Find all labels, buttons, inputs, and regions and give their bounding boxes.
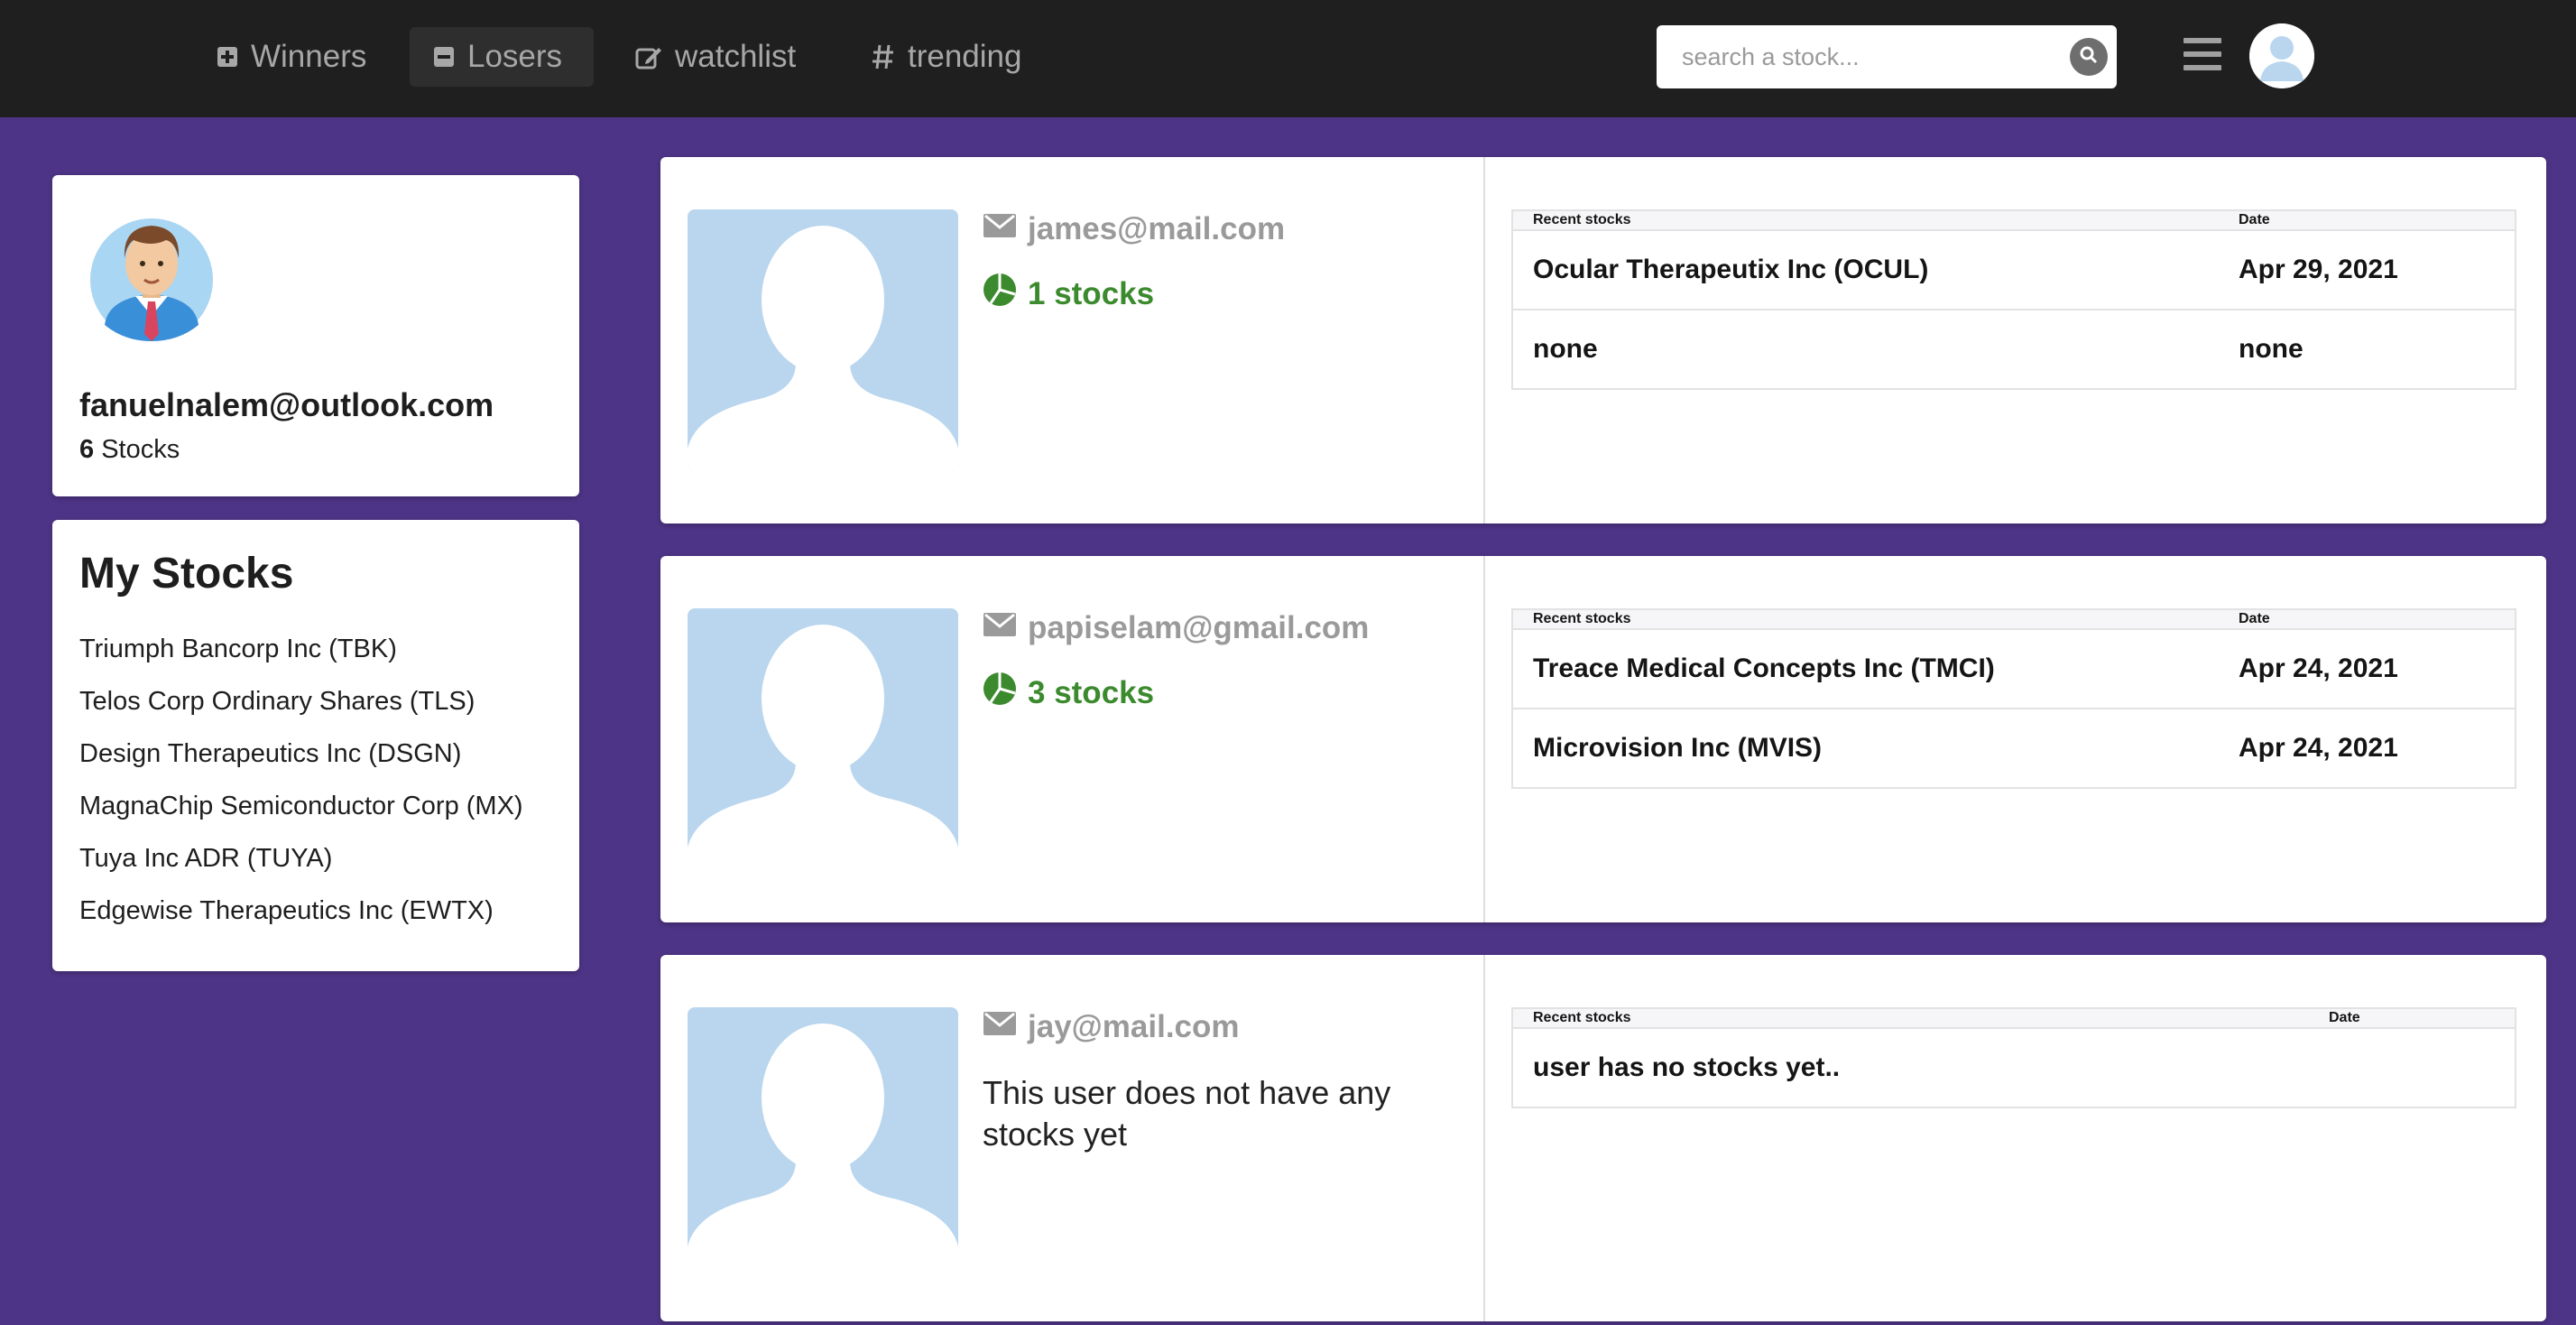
my-stock-item[interactable]: MagnaChip Semiconductor Corp (MX) bbox=[79, 791, 523, 843]
profile-stock-count-number: 6 bbox=[79, 435, 95, 464]
edit-icon bbox=[635, 44, 662, 69]
user-card: james@mail.com 1 stocks Recent stocks Da… bbox=[660, 157, 2546, 524]
date-header: Date bbox=[2328, 1008, 2516, 1028]
table-row[interactable]: Ocular Therapeutix Inc (OCUL) Apr 29, 20… bbox=[1512, 229, 2516, 310]
profile-email: fanuelnalem@outlook.com bbox=[79, 386, 494, 423]
pie-chart-icon bbox=[983, 672, 1017, 714]
nav-trending[interactable]: trending bbox=[848, 27, 1045, 87]
my-stocks-card: My Stocks Triumph Bancorp Inc (TBK) Telo… bbox=[52, 520, 579, 971]
table-header-row: Recent stocks Date bbox=[1512, 210, 2516, 230]
table-row[interactable]: Microvision Inc (MVIS) Apr 24, 2021 bbox=[1512, 708, 2516, 788]
hash-icon bbox=[872, 43, 895, 70]
stock-name-cell: Treace Medical Concepts Inc (TMCI) bbox=[1512, 628, 2238, 709]
recent-stocks-header: Recent stocks bbox=[1512, 609, 2238, 629]
search-button[interactable] bbox=[2070, 38, 2108, 76]
table-row: user has no stocks yet.. bbox=[1512, 1027, 2516, 1107]
user-email: jay@mail.com bbox=[983, 1009, 1240, 1045]
search-icon bbox=[2079, 45, 2099, 69]
my-stock-item[interactable]: Edgewise Therapeutics Inc (EWTX) bbox=[79, 895, 523, 948]
my-stock-item[interactable]: Design Therapeutics Inc (DSGN) bbox=[79, 738, 523, 791]
stock-date-cell bbox=[2328, 1027, 2516, 1107]
table-header-row: Recent stocks Date bbox=[1512, 609, 2516, 629]
pie-chart-icon bbox=[983, 273, 1017, 315]
user-info: papiselam@gmail.com 3 stocks bbox=[660, 556, 1485, 922]
user-stock-count: 1 stocks bbox=[983, 273, 1154, 315]
user-card: jay@mail.com This user does not have any… bbox=[660, 955, 2546, 1321]
recent-stocks-table: Recent stocks Date user has no stocks ye… bbox=[1511, 1007, 2516, 1108]
table-row[interactable]: none none bbox=[1512, 309, 2516, 389]
recent-stocks-table: Recent stocks Date Ocular Therapeutix In… bbox=[1511, 209, 2516, 390]
envelope-icon bbox=[983, 211, 1017, 247]
user-email-text: papiselam@gmail.com bbox=[1028, 610, 1370, 645]
user-silhouette-image bbox=[688, 1007, 958, 1269]
user-info: james@mail.com 1 stocks bbox=[660, 157, 1485, 524]
user-email-text: jay@mail.com bbox=[1028, 1009, 1240, 1044]
stock-name-cell: Ocular Therapeutix Inc (OCUL) bbox=[1512, 229, 2238, 310]
user-stock-count-text: 1 stocks bbox=[1028, 275, 1155, 311]
nav-watchlist[interactable]: watchlist bbox=[612, 27, 819, 87]
stock-date-cell: Apr 24, 2021 bbox=[2238, 628, 2516, 709]
date-header: Date bbox=[2238, 609, 2516, 629]
user-stock-count-text: 3 stocks bbox=[1028, 674, 1155, 710]
recent-stocks-header: Recent stocks bbox=[1512, 1008, 2328, 1028]
my-stocks-title: My Stocks bbox=[79, 550, 294, 598]
user-silhouette-image bbox=[688, 209, 958, 471]
search-box bbox=[1657, 25, 2117, 88]
stock-name-cell: none bbox=[1512, 309, 2238, 389]
my-stock-item[interactable]: Telos Corp Ordinary Shares (TLS) bbox=[79, 686, 523, 738]
my-stocks-list: Triumph Bancorp Inc (TBK) Telos Corp Ord… bbox=[79, 634, 523, 948]
user-stock-count: 3 stocks bbox=[983, 672, 1154, 714]
nav-winners-label: Winners bbox=[251, 39, 367, 74]
nav-watchlist-label: watchlist bbox=[675, 39, 797, 74]
user-info: jay@mail.com This user does not have any… bbox=[660, 955, 1485, 1321]
nav-losers[interactable]: Losers bbox=[410, 27, 594, 87]
stock-name-cell: Microvision Inc (MVIS) bbox=[1512, 708, 2238, 788]
minus-square-icon bbox=[433, 46, 455, 68]
my-stock-item[interactable]: Triumph Bancorp Inc (TBK) bbox=[79, 634, 523, 686]
user-card: papiselam@gmail.com 3 stocks Recent stoc… bbox=[660, 556, 2546, 922]
date-header: Date bbox=[2238, 210, 2516, 230]
my-stock-item[interactable]: Tuya Inc ADR (TUYA) bbox=[79, 843, 523, 895]
nav-trending-label: trending bbox=[908, 39, 1022, 74]
profile-avatar bbox=[88, 208, 215, 343]
nav-losers-label: Losers bbox=[467, 39, 563, 74]
recent-stocks-table: Recent stocks Date Treace Medical Concep… bbox=[1511, 608, 2516, 789]
user-email: james@mail.com bbox=[983, 211, 1285, 247]
stock-date-cell: none bbox=[2238, 309, 2516, 389]
empty-state-cell: user has no stocks yet.. bbox=[1512, 1027, 2328, 1107]
nav-winners[interactable]: Winners bbox=[193, 27, 390, 87]
search-input[interactable] bbox=[1657, 25, 2054, 88]
envelope-icon bbox=[983, 610, 1017, 646]
envelope-icon bbox=[983, 1009, 1017, 1045]
recent-stocks-header: Recent stocks bbox=[1512, 210, 2238, 230]
user-avatar[interactable] bbox=[2249, 23, 2314, 88]
user-email: papiselam@gmail.com bbox=[983, 610, 1369, 646]
plus-square-icon bbox=[217, 46, 238, 68]
table-row[interactable]: Treace Medical Concepts Inc (TMCI) Apr 2… bbox=[1512, 628, 2516, 709]
stock-date-cell: Apr 24, 2021 bbox=[2238, 708, 2516, 788]
stock-date-cell: Apr 29, 2021 bbox=[2238, 229, 2516, 310]
profile-stock-count-suffix: Stocks bbox=[94, 435, 180, 464]
profile-card: fanuelnalem@outlook.com 6 Stocks bbox=[52, 175, 579, 496]
hamburger-menu-icon[interactable] bbox=[2184, 38, 2221, 76]
table-header-row: Recent stocks Date bbox=[1512, 1008, 2516, 1028]
user-silhouette-image bbox=[688, 608, 958, 870]
profile-stock-count: 6 Stocks bbox=[79, 435, 180, 465]
user-email-text: james@mail.com bbox=[1028, 211, 1286, 246]
no-stocks-message: This user does not have any stocks yet bbox=[983, 1074, 1391, 1153]
top-navbar: Winners Losers watchlist trending bbox=[0, 0, 2576, 117]
